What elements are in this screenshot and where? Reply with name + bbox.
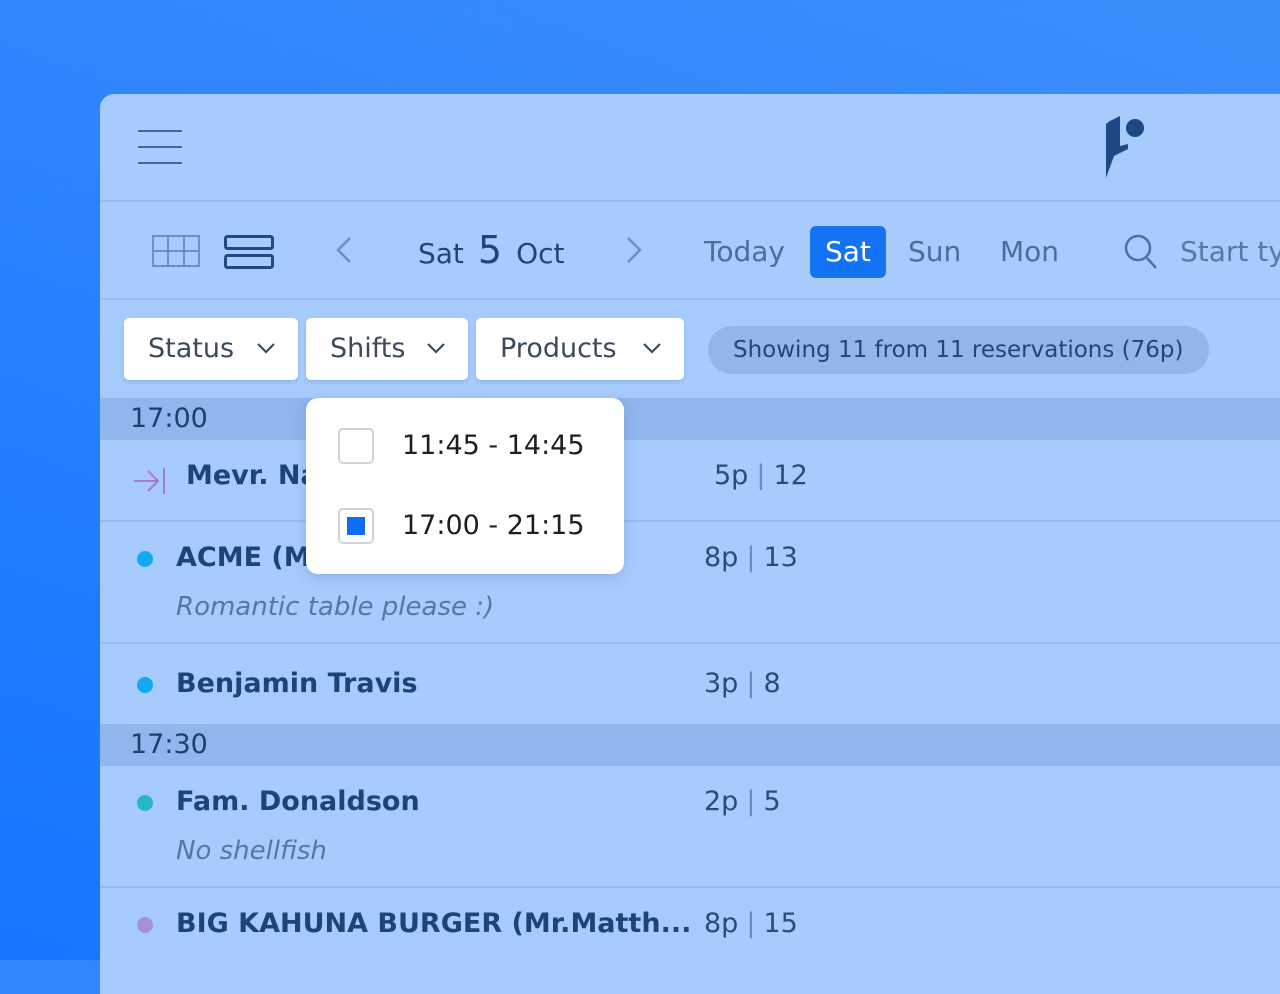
party-size: 8p (704, 542, 739, 573)
shifts-filter-label: Shifts (330, 333, 406, 364)
chevron-right-icon[interactable] (626, 236, 642, 264)
current-date: Sat 5 Oct (418, 228, 565, 272)
top-bar (100, 94, 1280, 202)
grid-view-icon[interactable] (152, 235, 200, 267)
reservation-row[interactable]: Fam. Donaldson No shellfish 2p | 5 (100, 766, 1280, 888)
day-button-mon[interactable]: Mon (1000, 226, 1059, 278)
guest-name: Benjamin Travis (176, 668, 418, 699)
status-dot (137, 677, 153, 693)
table-number: 13 (763, 542, 798, 573)
reservation-note: Romantic table please :) (176, 592, 495, 622)
shift-option[interactable]: 17:00 - 21:15 (338, 506, 598, 550)
chevron-left-icon[interactable] (336, 236, 352, 264)
today-button[interactable]: Today (704, 226, 785, 278)
time-section-header: 17:30 (100, 724, 1280, 766)
section-time: 17:00 (130, 403, 208, 434)
section-time: 17:30 (130, 729, 208, 760)
table-number: 12 (773, 460, 808, 491)
status-dot (137, 551, 153, 567)
reservation-note: No shellfish (176, 836, 327, 866)
party-size: 3p (704, 668, 739, 699)
guest-name: Fam. Donaldson (176, 786, 420, 817)
guest-name: BIG KAHUNA BURGER (Mr.Matth... (176, 908, 692, 939)
guest-name: Mevr. Na (186, 460, 319, 491)
products-filter[interactable]: Products (476, 318, 684, 380)
arrival-arrow-icon (134, 468, 165, 494)
shift-option[interactable]: 11:45 - 14:45 (338, 426, 598, 470)
search-input[interactable]: Start ty (1180, 226, 1280, 278)
date-day: 5 (477, 228, 503, 272)
date-weekday: Sat (418, 237, 464, 270)
chevron-down-icon (427, 343, 445, 354)
products-filter-label: Products (500, 333, 617, 364)
reservation-row[interactable]: BIG KAHUNA BURGER (Mr.Matth... 8p | 15 (100, 888, 1280, 968)
table-number: 5 (763, 786, 781, 817)
search-icon[interactable] (1124, 234, 1158, 270)
reservation-row[interactable]: Mevr. Na 5p | 12 (100, 440, 1280, 522)
reservation-row[interactable]: Benjamin Travis 3p | 8 (100, 644, 1280, 724)
date-toolbar: Sat 5 Oct Today Sat Sun Mon Start ty (100, 202, 1280, 300)
status-dot (137, 917, 153, 933)
shift-option-label: 11:45 - 14:45 (402, 430, 585, 461)
brand-logo-icon (1106, 116, 1144, 178)
menu-icon[interactable] (138, 130, 182, 164)
list-view-icon[interactable] (224, 235, 274, 269)
party-info: 8p | 15 (704, 908, 798, 939)
party-info: 3p | 8 (704, 668, 781, 699)
shifts-dropdown: 11:45 - 14:45 17:00 - 21:15 (306, 398, 624, 574)
table-number: 8 (763, 668, 781, 699)
status-filter-label: Status (148, 333, 235, 364)
chevron-down-icon (257, 343, 275, 354)
party-size: 8p (704, 908, 739, 939)
time-section-header: 17:00 (100, 398, 1280, 440)
shift-checkbox[interactable] (338, 428, 374, 464)
shifts-filter[interactable]: Shifts (306, 318, 468, 380)
date-month: Oct (516, 237, 565, 270)
status-filter[interactable]: Status (124, 318, 298, 380)
shift-option-label: 17:00 - 21:15 (402, 510, 585, 541)
reservations-panel: Sat 5 Oct Today Sat Sun Mon Start ty Sta… (100, 94, 1280, 994)
shift-checkbox[interactable] (338, 508, 374, 544)
chevron-down-icon (643, 343, 661, 354)
reservations-summary-badge: Showing 11 from 11 reservations (76p) (708, 326, 1209, 374)
guest-name: ACME (Mr (176, 542, 324, 573)
checkbox-checked-mark (347, 517, 365, 535)
table-number: 15 (763, 908, 798, 939)
day-button-sun[interactable]: Sun (908, 226, 961, 278)
party-size: 2p (704, 786, 739, 817)
party-info: 8p | 13 (704, 542, 798, 573)
party-info: 5p | 12 (714, 460, 808, 491)
day-button-sat[interactable]: Sat (810, 226, 886, 278)
reservation-row[interactable]: ACME (Mr Romantic table please :) 8p | 13 (100, 522, 1280, 644)
status-dot (137, 795, 153, 811)
party-info: 2p | 5 (704, 786, 781, 817)
party-size: 5p (714, 460, 749, 491)
